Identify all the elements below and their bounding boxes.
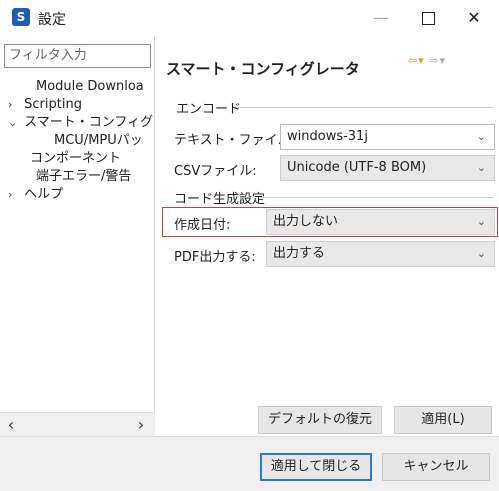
chevron-down-icon: ⌄: [476, 161, 486, 174]
back-arrow-icon[interactable]: ⇦: [408, 54, 418, 67]
created-date-select[interactable]: 出力しない ⌄: [266, 209, 495, 235]
chevron-down-icon: ⌄: [476, 215, 486, 228]
chevron-right-icon[interactable]: ›: [8, 186, 20, 204]
forward-dropdown-icon[interactable]: ▾: [439, 54, 446, 67]
csv-file-encoding-select[interactable]: Unicode (UTF-8 BOM) ⌄: [280, 155, 495, 181]
tree-item-label: コンポーネント: [30, 151, 122, 166]
tree-item-scripting[interactable]: › Scripting: [4, 96, 154, 114]
tree-item-label: Module Downloa: [36, 79, 144, 94]
horizontal-scrollbar[interactable]: ‹ ›: [0, 412, 155, 436]
chevron-down-icon: ⌄: [476, 247, 486, 260]
maximize-button[interactable]: [405, 3, 451, 33]
created-date-label: 作成日付:: [174, 218, 231, 233]
maximize-icon: [421, 12, 435, 25]
back-dropdown-icon[interactable]: ▾: [418, 54, 425, 67]
apply-button[interactable]: 適用(L): [394, 406, 492, 434]
page-title: スマート・コンフィグレータ: [166, 60, 360, 78]
app-icon: S: [12, 8, 30, 26]
dialog-button-bar: 適用して閉じる キャンセル: [0, 436, 499, 491]
filter-input[interactable]: フィルタ入力: [4, 44, 151, 68]
pdf-output-label: PDF出力する:: [174, 250, 256, 265]
pdf-output-select[interactable]: 出力する ⌄: [266, 241, 495, 267]
scroll-thumb[interactable]: [26, 419, 122, 431]
tree-item-label: 端子エラー/警告: [36, 169, 132, 184]
history-nav: ⇦▾ ⇨▾: [408, 54, 446, 67]
text-file-encoding-select[interactable]: windows-31j ⌄: [280, 124, 495, 150]
tree-item-label: MCU/MPUパッ: [54, 133, 143, 148]
encode-group-label: エンコード: [176, 102, 242, 117]
group-divider: [238, 107, 493, 108]
restore-defaults-button[interactable]: デフォルトの復元(T): [258, 406, 382, 453]
chevron-down-icon[interactable]: ⌄: [8, 114, 20, 132]
text-file-label: テキスト・ファイル:: [174, 133, 295, 148]
tree-item-help[interactable]: › ヘルプ: [4, 186, 154, 204]
codegen-group-label: コード生成設定: [174, 192, 266, 207]
scroll-right-icon[interactable]: ›: [130, 413, 152, 437]
select-value: windows-31j: [287, 129, 368, 144]
preference-tree-pane: フィルタ入力 Module Downloa › Scripting ⌄ スマート…: [0, 36, 155, 436]
forward-arrow-icon[interactable]: ⇨: [429, 54, 439, 67]
csv-file-label: CSVファイル:: [174, 164, 257, 179]
scroll-left-icon[interactable]: ‹: [0, 413, 22, 437]
tree-item-module-download[interactable]: Module Downloa: [4, 78, 154, 96]
apply-and-close-button[interactable]: 適用して閉じる: [260, 453, 372, 481]
chevron-right-icon[interactable]: ›: [8, 96, 20, 114]
select-value: 出力する: [273, 246, 326, 261]
tree-item-label: ヘルプ: [24, 187, 64, 202]
select-value: 出力しない: [273, 214, 339, 229]
cancel-button[interactable]: キャンセル: [382, 453, 490, 481]
group-divider: [260, 197, 493, 198]
tree-item-smart-configurator[interactable]: ⌄ スマート・コンフィグレ: [4, 114, 154, 132]
close-button[interactable]: ✕: [451, 3, 497, 33]
tree-item-component[interactable]: コンポーネント: [4, 150, 154, 168]
select-value: Unicode (UTF-8 BOM): [287, 160, 427, 175]
minimize-button[interactable]: —: [358, 3, 404, 33]
window-title: 設定: [38, 12, 66, 28]
tree-item-mcu-mpu[interactable]: MCU/MPUパッ: [4, 132, 154, 150]
title-bar: S 設定 — ✕: [0, 0, 499, 36]
preference-tree: Module Downloa › Scripting ⌄ スマート・コンフィグレ…: [4, 78, 154, 204]
tree-item-label: スマート・コンフィグレ: [24, 115, 154, 130]
preference-page: スマート・コンフィグレータ ⇦▾ ⇨▾ エンコード テキスト・ファイル: win…: [156, 36, 499, 453]
tree-item-label: Scripting: [24, 97, 82, 112]
tree-item-pin-errors[interactable]: 端子エラー/警告: [4, 168, 154, 186]
chevron-down-icon: ⌄: [476, 130, 486, 143]
